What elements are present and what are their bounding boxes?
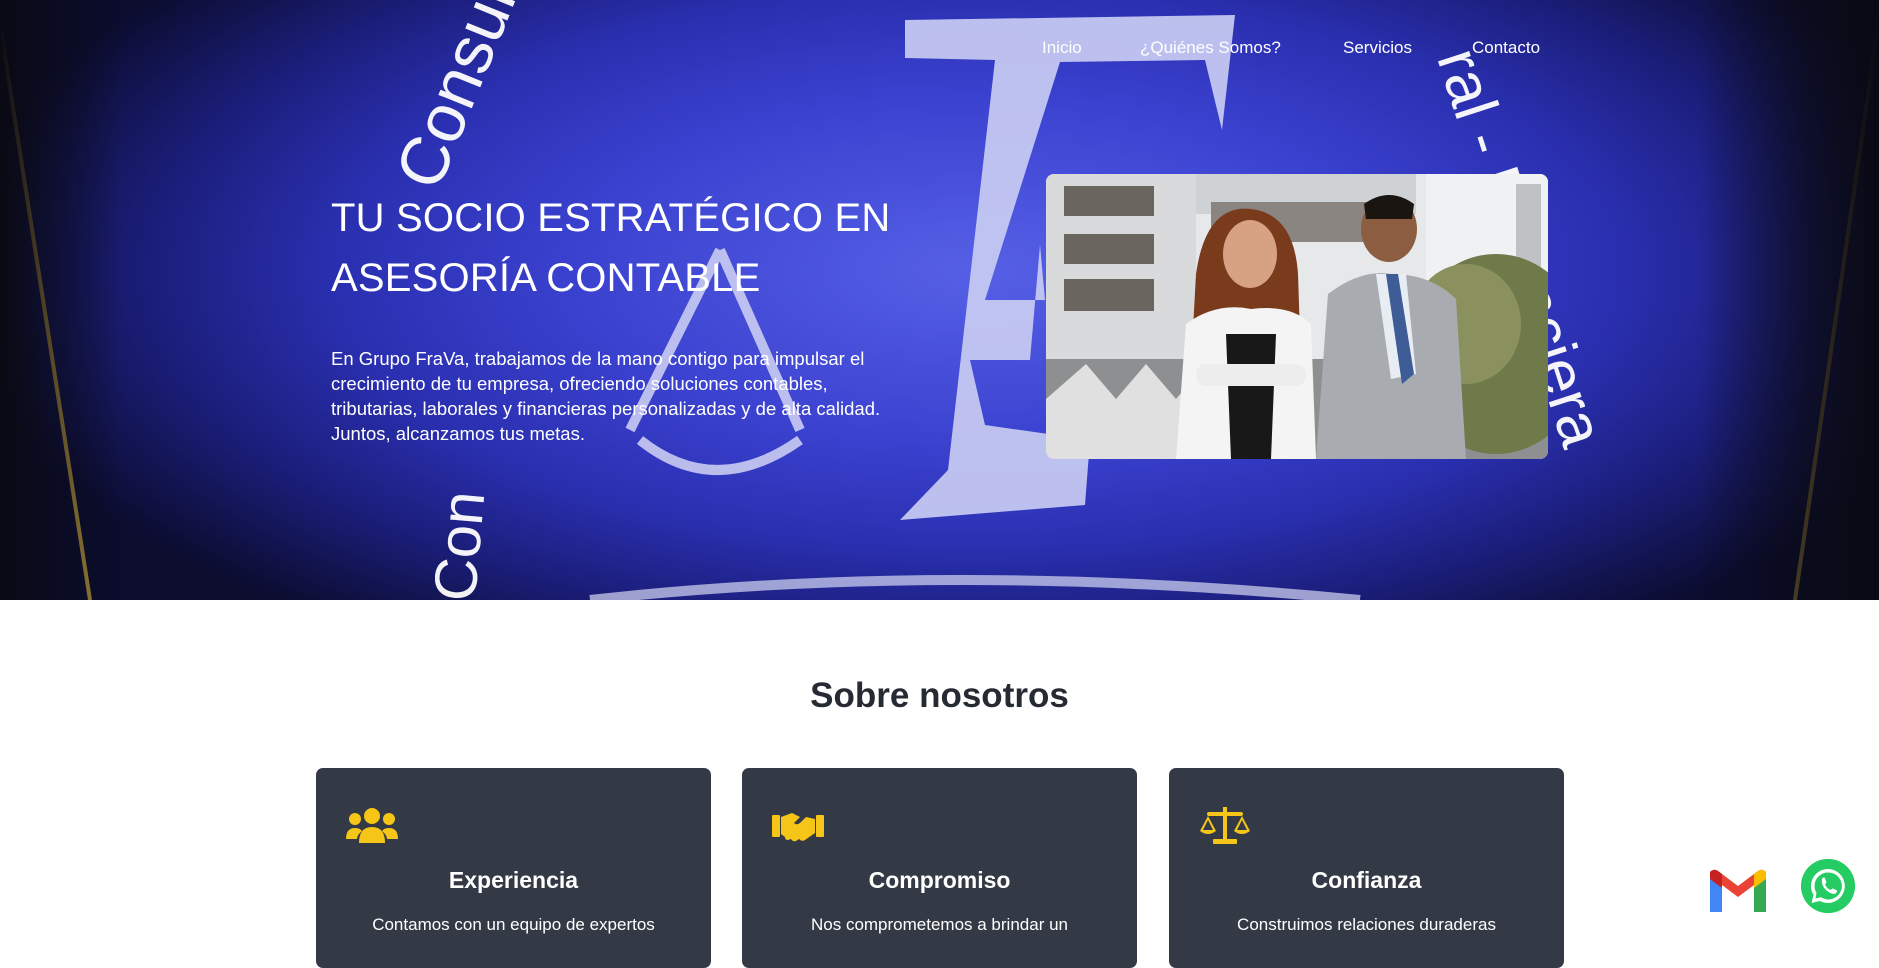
nav-link-quienes-somos[interactable]: ¿Quiénes Somos? — [1140, 38, 1281, 58]
hero-section: Consultoría Con ral - Financiera Con Ini… — [0, 0, 1879, 600]
hero-description: En Grupo FraVa, trabajamos de la mano co… — [331, 348, 881, 444]
nav-link-contacto[interactable]: Contacto — [1472, 38, 1540, 58]
hero-title: TU SOCIO ESTRATÉGICO EN ASESORÍA CONTABL… — [331, 196, 891, 300]
gmail-button[interactable] — [1706, 866, 1770, 918]
card-text: Nos comprometemos a brindar un — [810, 915, 1068, 934]
team-photo — [1046, 174, 1548, 459]
whatsapp-button[interactable] — [1801, 859, 1855, 913]
card-text: Contamos con un equipo de expertos — [372, 915, 655, 934]
card-compromiso: Compromiso Nos comprometemos a brindar u… — [742, 768, 1137, 968]
card-text: Construimos relaciones duraderas — [1237, 915, 1496, 934]
handshake-icon — [772, 813, 824, 842]
users-icon — [346, 808, 398, 843]
gmail-icon — [1710, 869, 1766, 912]
hero-shade-right — [1699, 0, 1879, 600]
hero-bg-text-bottom: Con — [420, 488, 498, 600]
main-nav: Inicio ¿Quiénes Somos? Servicios Contact… — [0, 38, 1879, 62]
nav-link-inicio[interactable]: Inicio — [1042, 38, 1082, 58]
nav-link-servicios[interactable]: Servicios — [1343, 38, 1412, 58]
card-confianza: Confianza Construimos relaciones durader… — [1169, 768, 1564, 968]
scale-icon — [1200, 807, 1250, 844]
whatsapp-icon — [1801, 859, 1855, 913]
card-title: Confianza — [1311, 867, 1422, 893]
card-experiencia: Experiencia Contamos con un equipo de ex… — [316, 768, 711, 968]
card-title: Experiencia — [448, 867, 579, 893]
about-section-title: Sobre nosotros — [810, 676, 1069, 715]
card-title: Compromiso — [868, 867, 1011, 893]
hero-shade-left — [0, 0, 120, 600]
